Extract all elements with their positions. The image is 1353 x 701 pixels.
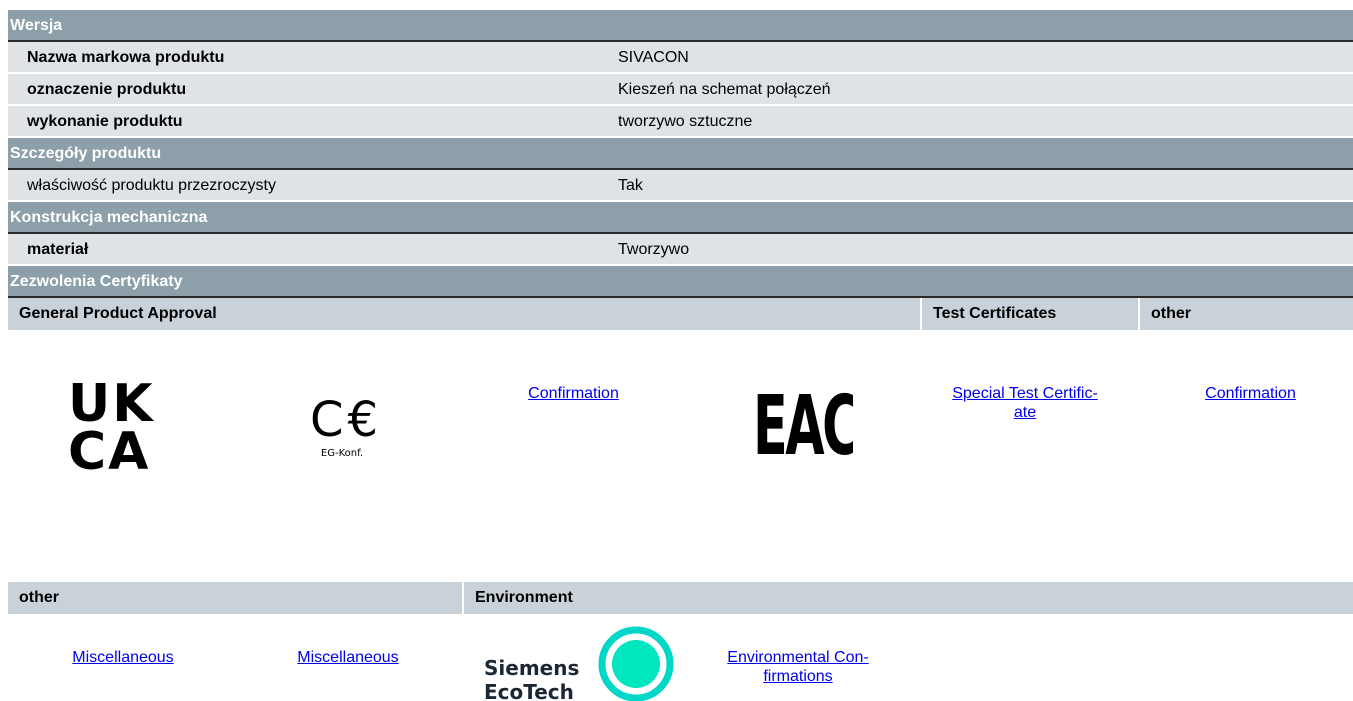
cert-header-row: General Product Approval Test Certificat… [8,298,1353,330]
row-value: Tworzywo [618,241,690,258]
ce-caption: EG-Konf. [320,448,364,459]
table-row: właściwość produktu przezroczysty Tak [8,170,1353,202]
row-value: Tak [618,177,643,194]
row-value: tworzywo sztuczne [618,113,753,130]
ecotech-line-2: EcoTech [484,680,574,701]
row-value: SIVACON [618,49,689,66]
section-header-wersja: Wersja [8,10,1353,42]
row-key: właściwość produktu przezroczysty [27,177,276,194]
special-test-line-1: Special Test Certific- [952,385,1098,402]
cert-col-other: other [1138,298,1353,330]
ukca-logo-bottom: CA [68,422,151,482]
confirmation-link[interactable]: Confirmation [517,384,630,403]
siemens-ecotech-logo: Siemens EcoTech [484,616,680,701]
eac-mark: EAC [753,384,853,470]
eac-logo: EAC [753,384,853,470]
env-header-row: other Environment [8,582,1353,614]
confirmation-link[interactable]: Confirmation [1194,384,1307,403]
row-key: Nazwa markowa produktu [27,49,225,66]
environmental-confirmations-link[interactable]: Environmental Con- firmations [700,648,896,686]
table-row: wykonanie produktu tworzywo sztuczne [8,106,1353,138]
env-col-other: other [19,589,59,606]
table-row: materiał Tworzywo [8,234,1353,266]
section-header-szczegoly: Szczegóły produktu [8,138,1353,170]
ukca-logo-top: UK [68,374,155,434]
row-key: materiał [27,241,89,258]
env-col-environment: Environment [462,582,1353,614]
special-test-certificate-link[interactable]: Special Test Certific- ate [926,384,1124,422]
env-conf-line-1: Environmental Con- [727,649,869,666]
row-value: Kieszeń na schemat połączeń [618,81,831,98]
table-row: Nazwa markowa produktu SIVACON [8,42,1353,74]
section-header-zezwolenia: Zezwolenia Certyfikaty [8,266,1353,298]
env-conf-line-2: firmations [763,668,833,685]
row-key: oznaczenie produktu [27,81,187,98]
section-header-konstrukcja: Konstrukcja mechaniczna [8,202,1353,234]
miscellaneous-link[interactable]: Miscellaneous [285,648,411,667]
table-row: oznaczenie produktu Kieszeń na schemat p… [8,74,1353,106]
product-data-table: Wersja Nazwa markowa produktu SIVACON oz… [8,10,1353,330]
special-test-line-2: ate [1013,404,1037,421]
ukca-logo: UK CA [68,374,178,484]
cert-col-general: General Product Approval [19,305,217,322]
row-key: wykonanie produktu [27,113,183,130]
ce-mark-logo: C€ EG-Konf. [296,394,396,484]
miscellaneous-link[interactable]: Miscellaneous [60,648,186,667]
ce-mark: C€ [309,392,383,448]
cert-col-test: Test Certificates [920,298,1138,330]
ecotech-line-1: Siemens [484,656,580,680]
